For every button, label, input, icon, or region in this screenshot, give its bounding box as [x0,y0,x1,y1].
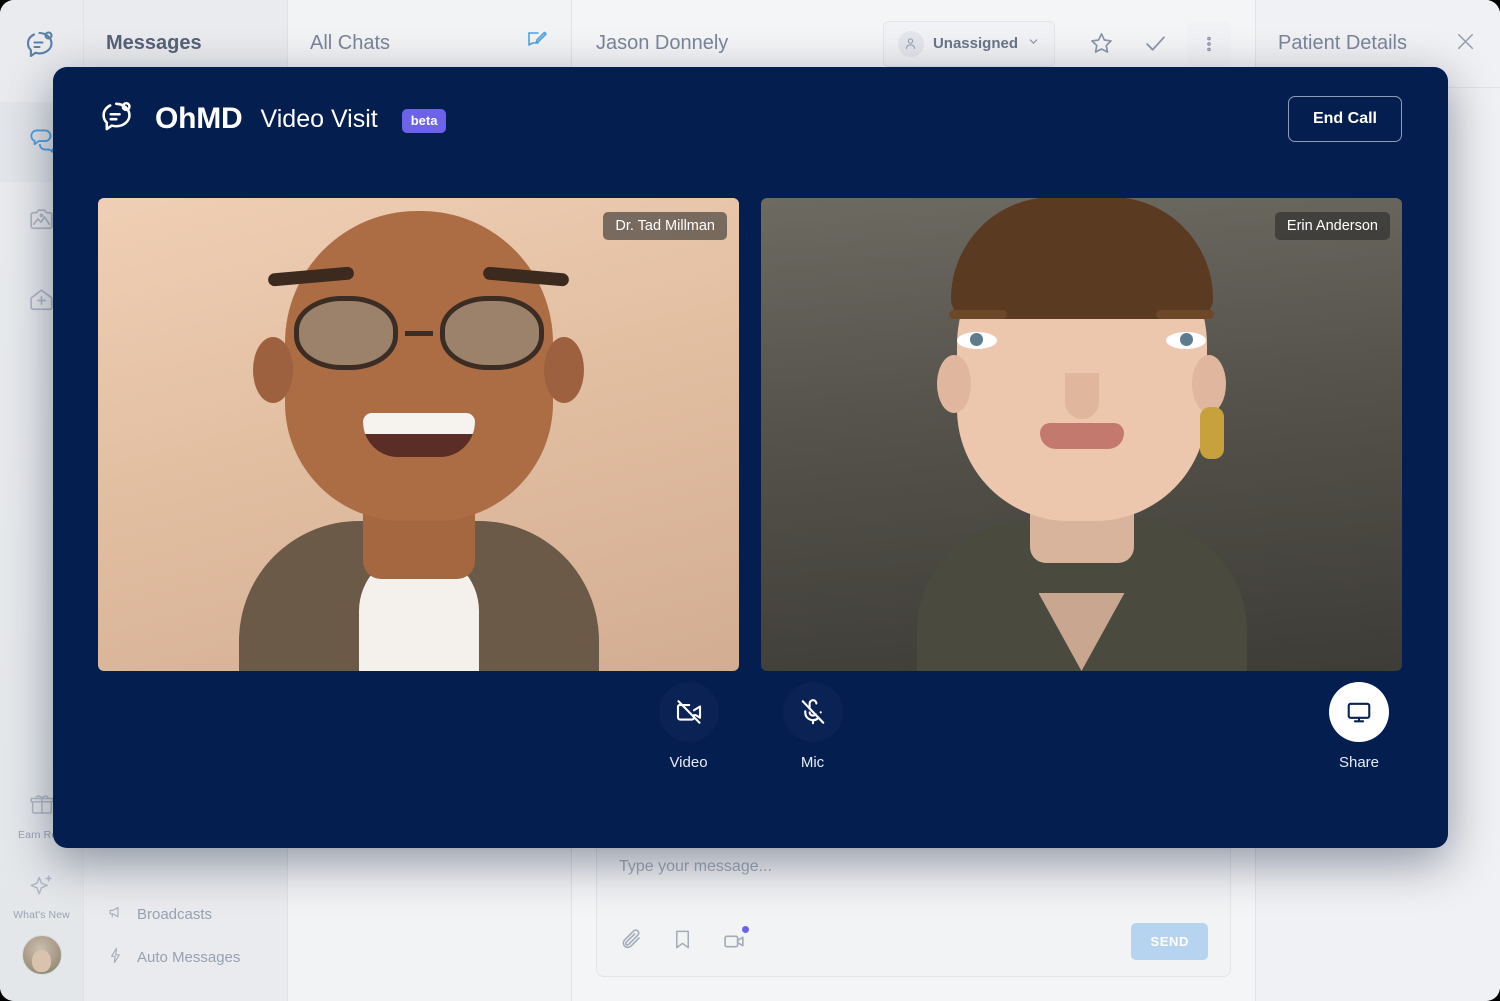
bookmark-icon[interactable] [671,928,694,956]
beta-badge: beta [402,109,447,133]
message-input-placeholder[interactable]: Type your message... [619,858,1208,876]
sparkle-plus-icon [27,870,57,905]
gift-icon [27,790,57,825]
video-toggle-label: Video [669,754,707,771]
end-call-button[interactable]: End Call [1288,96,1402,142]
more-vertical-icon[interactable] [1187,22,1231,66]
video-badge-dot [742,926,749,933]
video-tile-patient[interactable]: Erin Anderson [761,198,1402,671]
call-controls: Video Mic [53,682,1448,822]
modal-brand: OhMD Video Visit beta [97,95,446,144]
video-toggle-button[interactable]: Video [644,682,734,771]
nav-label-auto-messages: Auto Messages [137,949,240,966]
paperclip-icon[interactable] [619,927,643,956]
mic-toggle-button[interactable]: Mic [768,682,858,771]
patient-name-label: Erin Anderson [1275,212,1390,240]
provider-video-feed [98,198,739,671]
video-visit-modal: OhMD Video Visit beta End Call [53,67,1448,848]
ohmd-logo-icon[interactable] [19,22,65,68]
sidebar-item-whats-new[interactable]: What's New [0,855,84,935]
primary-controls: Video Mic [644,682,858,771]
message-composer[interactable]: Type your message... [596,837,1231,977]
star-icon[interactable] [1079,22,1123,66]
nav-item-auto-messages[interactable]: Auto Messages [84,936,287,979]
ohmd-logo-icon [97,95,141,144]
close-icon[interactable] [1453,29,1478,59]
provider-name-label: Dr. Tad Millman [603,212,727,240]
video-tile-provider[interactable]: Dr. Tad Millman [98,198,739,671]
app-window: Messages Broadcasts [0,0,1500,1001]
send-button[interactable]: SEND [1131,923,1208,960]
messages-title: Messages [106,32,202,55]
assignee-dropdown[interactable]: Unassigned [883,21,1055,67]
megaphone-icon [108,904,125,925]
modal-subtitle: Video Visit [261,105,378,134]
brand-name: OhMD [155,102,243,136]
sidebar-label-whats-new: What's New [13,909,70,921]
patient-details-title: Patient Details [1278,32,1407,55]
thread-title: Jason Donnely [596,32,728,55]
lightning-icon [108,947,125,968]
avatar[interactable] [22,935,62,975]
nav-item-broadcasts[interactable]: Broadcasts [84,893,287,936]
modal-header: OhMD Video Visit beta End Call [53,67,1448,171]
chevron-down-icon [1027,35,1040,52]
monitor-icon [1329,682,1389,742]
patient-video-feed [761,198,1402,671]
video-camera-icon[interactable] [722,929,747,954]
check-icon[interactable] [1133,22,1177,66]
compose-edit-icon[interactable] [525,29,549,58]
video-off-icon [659,682,719,742]
thread-action-icons [1079,22,1231,66]
mic-off-icon [783,682,843,742]
composer-toolbar: SEND [619,923,1208,960]
composer-icon-group [619,927,747,956]
nav-bottom-links: Broadcasts Auto Messages [84,893,287,979]
assignee-label: Unassigned [933,35,1018,52]
nav-label-broadcasts: Broadcasts [137,906,212,923]
all-chats-title: All Chats [310,32,390,55]
share-label: Share [1339,754,1379,771]
video-stage: Dr. Tad Millman Erin Anderson [53,171,1448,671]
mic-toggle-label: Mic [801,754,824,771]
person-icon [898,31,924,57]
share-screen-button[interactable]: Share [1314,682,1404,771]
